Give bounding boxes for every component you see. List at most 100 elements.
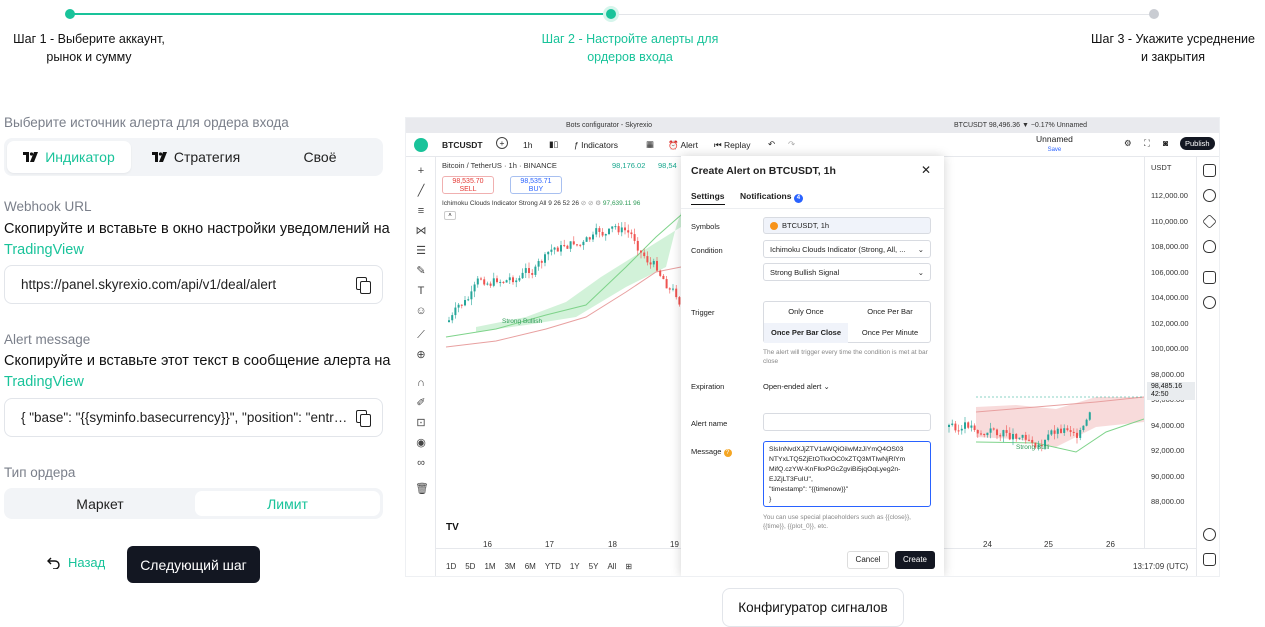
redo-icon[interactable]: ↷ xyxy=(788,139,795,150)
candle xyxy=(649,262,652,265)
step-2-label: Шаг 2 - Настройте алерты для ордеров вход… xyxy=(541,32,719,64)
buy-button[interactable]: 98,535.71 BUY xyxy=(510,176,562,194)
calendar-icon[interactable] xyxy=(1203,553,1216,566)
order-type-market[interactable]: Маркет xyxy=(7,491,193,516)
layers-icon[interactable] xyxy=(1202,214,1217,229)
candle xyxy=(540,261,543,263)
candles-icon[interactable]: ▮▯ xyxy=(549,139,558,150)
candle xyxy=(980,433,982,435)
range-6m[interactable]: 6M xyxy=(525,562,536,571)
range-1d[interactable]: 1D xyxy=(446,562,456,571)
expiration-select[interactable]: Open-ended alert ⌄ xyxy=(763,382,830,391)
interval-selector[interactable]: 1h xyxy=(523,140,532,150)
range-1m[interactable]: 1M xyxy=(484,562,495,571)
camera-icon[interactable]: ◙ xyxy=(1163,138,1168,148)
webhook-url-field[interactable]: https://panel.skyrexio.com/api/v1/deal/a… xyxy=(4,265,383,304)
range-5y[interactable]: 5Y xyxy=(589,562,599,571)
replay-button[interactable]: ⏮ Replay xyxy=(714,140,750,151)
lock-icon[interactable]: ⊡ xyxy=(415,417,427,429)
copy-icon[interactable] xyxy=(356,277,371,294)
horizontal-lines-icon[interactable]: ≡ xyxy=(415,205,427,217)
alert-message-field[interactable]: { "base": "{{syminfo.basecurrency}}", "p… xyxy=(4,398,383,437)
trigger-only-once[interactable]: Only Once xyxy=(764,302,848,322)
tab-notifications[interactable]: Notifications 4 xyxy=(740,191,803,203)
target-icon[interactable] xyxy=(1203,528,1216,541)
trigger-once-per-bar-close[interactable]: Once Per Bar Close xyxy=(764,323,848,343)
copy-icon[interactable] xyxy=(356,410,371,427)
emoji-icon[interactable]: ☺ xyxy=(415,305,427,317)
candle xyxy=(665,279,668,289)
range-ytd[interactable]: YTD xyxy=(545,562,561,571)
tab-indicator[interactable]: Индикатор xyxy=(7,141,131,173)
zoom-icon[interactable]: ⊕ xyxy=(415,349,427,361)
crosshair-icon[interactable]: + xyxy=(415,165,427,177)
add-symbol-icon[interactable]: + xyxy=(496,137,508,149)
signal-configurator-button[interactable]: Конфигуратор сигналов xyxy=(722,588,904,627)
fib-icon[interactable]: ☰ xyxy=(415,245,427,257)
pattern-icon[interactable]: ⋈ xyxy=(415,225,427,237)
close-icon[interactable]: ✕ xyxy=(921,163,931,177)
candle xyxy=(1002,430,1005,437)
publish-button[interactable]: Publish xyxy=(1180,137,1215,150)
trash-icon[interactable]: 🗑 xyxy=(415,483,429,495)
trigger-once-per-bar[interactable]: Once Per Bar xyxy=(848,302,932,322)
ideas-icon[interactable] xyxy=(1203,240,1216,253)
settings-icon[interactable]: ⚙ xyxy=(1124,138,1132,149)
layouts-icon[interactable]: ▦ xyxy=(646,139,654,150)
sell-button[interactable]: 98,535.70 SELL xyxy=(442,176,494,194)
alert-name-input[interactable] xyxy=(763,413,931,431)
symbols-label: Symbols xyxy=(691,222,720,231)
tab-strategy[interactable]: Стратегия xyxy=(134,141,258,173)
tradingview-link[interactable]: TradingView xyxy=(4,372,391,393)
range-3m[interactable]: 3M xyxy=(505,562,516,571)
order-type-limit[interactable]: Лимит xyxy=(195,491,380,516)
symbol-search[interactable]: BTCUSDT xyxy=(442,140,483,150)
tv-watermark-icon: TV xyxy=(446,522,459,533)
currency-label[interactable]: USDT xyxy=(1151,163,1171,172)
candle xyxy=(636,240,639,251)
tradingview-link[interactable]: TradingView xyxy=(4,240,390,261)
alerts-clock-icon[interactable] xyxy=(1203,189,1216,202)
legend-title: Bitcoin / TetherUS · 1h · BINANCE xyxy=(442,161,557,170)
condition-select[interactable]: Ichimoku Clouds Indicator (Strong, All, … xyxy=(763,240,931,258)
trigger-label: Trigger xyxy=(691,308,715,317)
range-5d[interactable]: 5D xyxy=(465,562,475,571)
brush-icon[interactable]: ✎ xyxy=(415,265,427,277)
indicators-button[interactable]: ƒ Indicators xyxy=(574,140,618,150)
indicator-legend[interactable]: Ichimoku Clouds Indicator Strong All 9 2… xyxy=(442,199,640,207)
fullscreen-icon[interactable]: ⛶ xyxy=(1144,138,1150,149)
range-all[interactable]: All xyxy=(607,562,616,571)
range-1y[interactable]: 1Y xyxy=(570,562,580,571)
trigger-once-per-minute[interactable]: Once Per Minute xyxy=(848,323,932,343)
magnet-icon[interactable]: ∩ xyxy=(415,377,427,389)
ruler-icon[interactable]: ⟋ xyxy=(415,329,427,341)
info-icon[interactable]: ? xyxy=(723,449,732,457)
alert-button[interactable]: ⏰ Alert xyxy=(668,140,698,151)
price-tick: 100,000.00 xyxy=(1151,344,1189,353)
message-textarea[interactable]: SlsInNvdXJjZTV1aWQiOiIwMzJiYmQ4OS03 NTYx… xyxy=(763,441,931,507)
eye-icon[interactable]: ◉ xyxy=(415,437,427,449)
candle xyxy=(1008,432,1011,440)
collapse-legend-icon[interactable]: ˄ xyxy=(444,211,456,220)
trendline-icon[interactable]: ╱ xyxy=(415,185,427,197)
lock-drawing-icon[interactable]: ✐ xyxy=(415,397,427,409)
text-icon[interactable]: T xyxy=(415,285,427,297)
next-step-button[interactable]: Следующий шаг xyxy=(127,546,260,583)
link-icon[interactable]: ∞ xyxy=(415,457,427,469)
undo-icon[interactable]: ↶ xyxy=(768,139,775,150)
watchlist-icon[interactable] xyxy=(1203,164,1216,177)
date-range-icon[interactable]: ⊞ xyxy=(625,562,632,571)
back-button[interactable]: Назад xyxy=(47,555,105,570)
create-button[interactable]: Create xyxy=(895,551,935,569)
price-axis[interactable]: USDT 112,000.00 110,000.00 108,000.00 106,0… xyxy=(1144,157,1196,548)
tab-custom[interactable]: Своё xyxy=(258,141,382,173)
signals-icon[interactable] xyxy=(1203,296,1216,309)
chart-clock[interactable]: 13:17:09 (UTC) xyxy=(1133,562,1188,571)
layout-name[interactable]: Unnamed Save xyxy=(1036,135,1073,155)
candle xyxy=(1060,428,1062,433)
chat-icon[interactable] xyxy=(1203,271,1216,284)
symbols-field[interactable]: BTCUSDT, 1h xyxy=(763,217,931,234)
cancel-button[interactable]: Cancel xyxy=(847,551,889,569)
tab-settings[interactable]: Settings xyxy=(691,191,725,205)
condition-signal-select[interactable]: Strong Bullish Signal ⌄ xyxy=(763,263,931,281)
